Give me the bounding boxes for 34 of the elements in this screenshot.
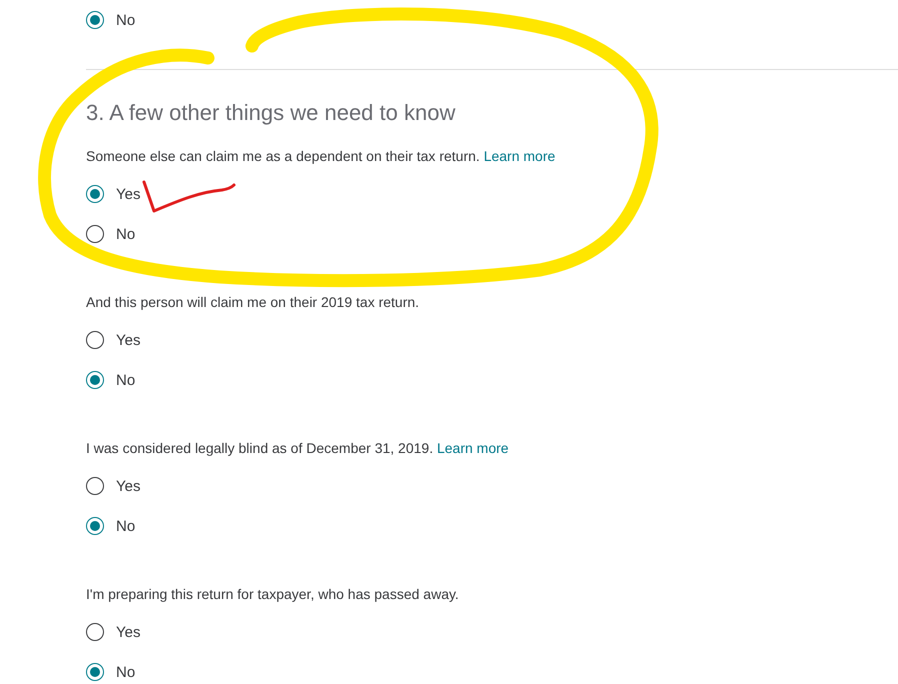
learn-more-link[interactable]: Learn more xyxy=(484,148,556,164)
radio-button[interactable] xyxy=(86,185,104,203)
radio-option[interactable]: Yes xyxy=(86,620,140,644)
radio-button[interactable] xyxy=(86,517,104,535)
radio-option[interactable]: No xyxy=(86,660,136,684)
radio-button[interactable] xyxy=(86,331,104,349)
question-text: I'm preparing this return for taxpayer, who has passed away. xyxy=(86,585,459,604)
option-label: Yes xyxy=(116,332,140,348)
option-label: Yes xyxy=(116,624,140,640)
option-label: No xyxy=(116,372,136,388)
option-label: Yes xyxy=(116,186,140,202)
radio-option[interactable]: No xyxy=(86,8,136,32)
radio-button[interactable] xyxy=(86,477,104,495)
radio-button[interactable] xyxy=(86,371,104,389)
question-text: Someone else can claim me as a dependent on their tax return. Learn more xyxy=(86,147,556,166)
question-text: And this person will claim me on their 2019 tax return. xyxy=(86,293,420,312)
radio-option[interactable]: No xyxy=(86,514,136,538)
radio-button[interactable] xyxy=(86,11,104,29)
radio-option[interactable]: Yes xyxy=(86,182,140,206)
learn-more-link[interactable]: Learn more xyxy=(436,440,509,456)
radio-button[interactable] xyxy=(86,225,104,243)
option-label: No xyxy=(116,518,136,534)
option-label: No xyxy=(116,226,136,242)
radio-button[interactable] xyxy=(86,623,104,641)
option-label: No xyxy=(116,12,136,28)
radio-option[interactable]: Yes xyxy=(86,328,140,352)
radio-button[interactable] xyxy=(86,663,104,681)
radio-option[interactable]: No xyxy=(86,368,136,392)
option-label: Yes xyxy=(116,478,140,494)
option-label: No xyxy=(116,664,136,680)
radio-option[interactable]: No xyxy=(86,222,136,246)
radio-option[interactable]: Yes xyxy=(86,474,140,498)
question-text: I was considered legally blind as of December 31, 2019. Learn more xyxy=(86,439,509,458)
section-heading: 3. A few other things we need to know xyxy=(86,99,456,127)
